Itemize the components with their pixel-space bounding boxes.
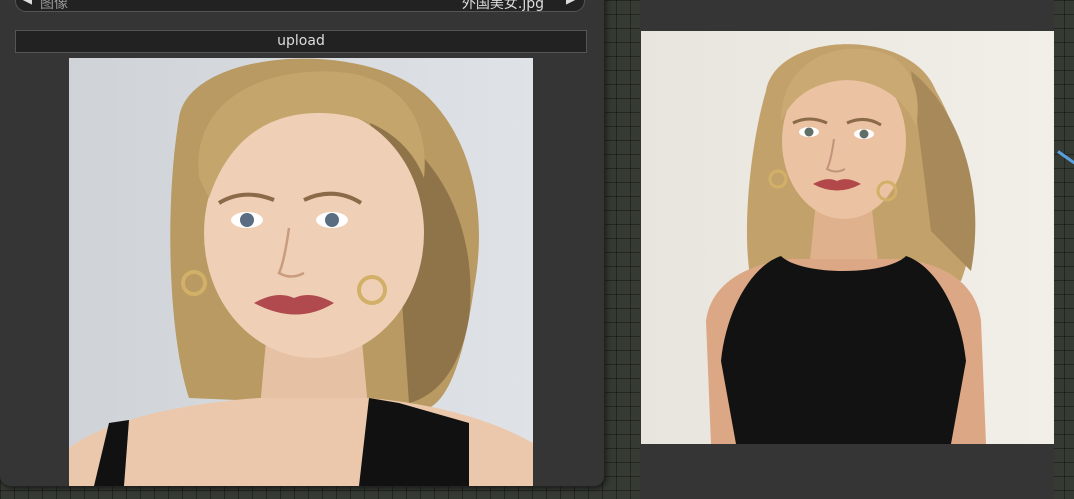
next-image-arrow-icon[interactable]: ▶ [566, 0, 576, 7]
loaded-image-preview [69, 58, 533, 486]
connection-wire[interactable] [1057, 150, 1074, 165]
prev-image-arrow-icon[interactable]: ◀ [22, 0, 32, 7]
output-image-preview [641, 31, 1054, 444]
image-combo-label: 图像 [40, 0, 68, 12]
image-combo-widget[interactable]: ◀ 图像 外国美女.jpg ▶ [15, 0, 585, 12]
image-combo-value[interactable]: 外国美女.jpg [462, 0, 544, 13]
upload-button[interactable]: upload [15, 30, 587, 53]
